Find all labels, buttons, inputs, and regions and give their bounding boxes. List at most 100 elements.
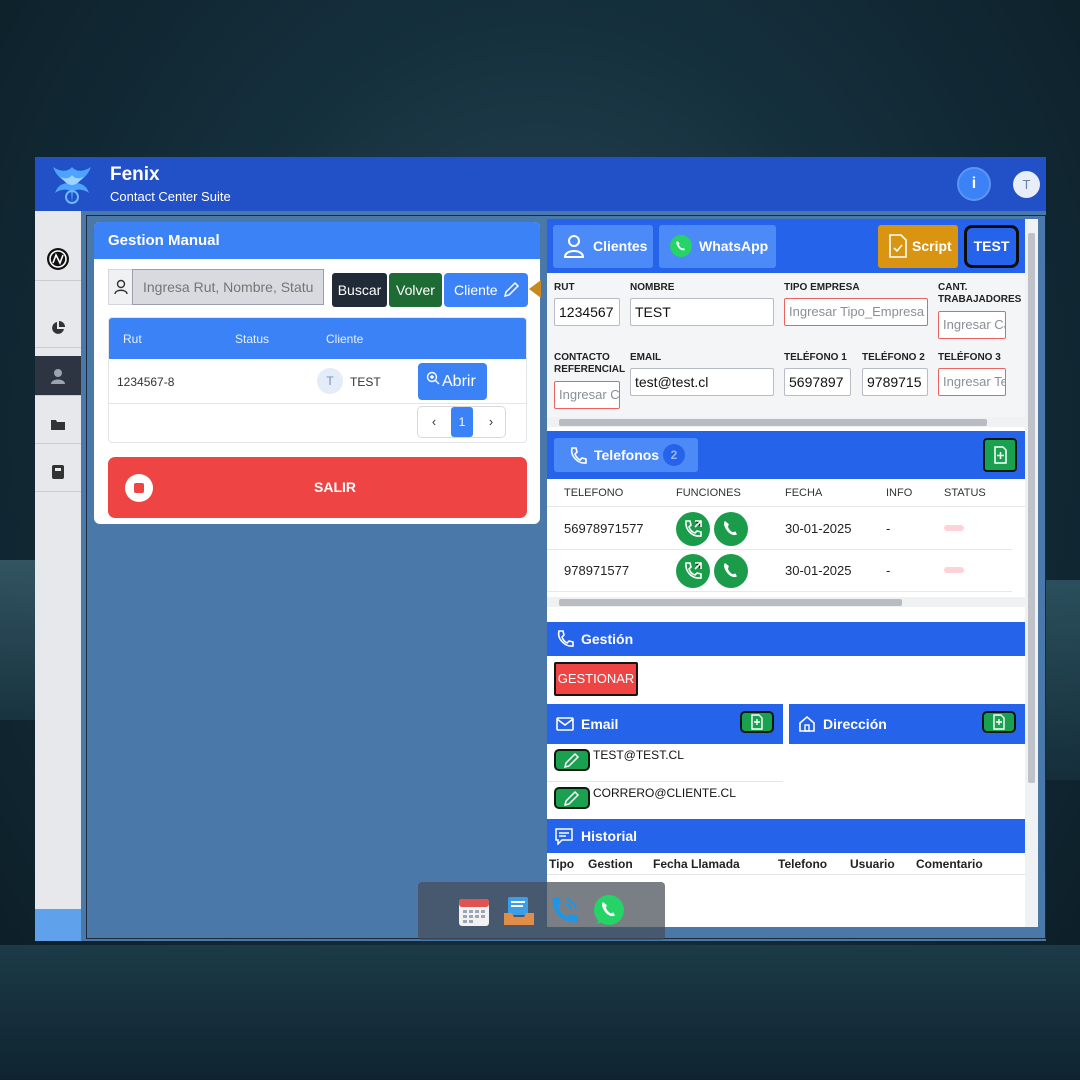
app-subtitle: Contact Center Suite: [110, 189, 231, 204]
page-1-button[interactable]: 1: [451, 407, 473, 437]
email-list-item: TEST@TEST.CL: [547, 744, 783, 782]
sidebar-item-brand[interactable]: [35, 237, 81, 281]
label-cant-trabajadores: CANT. TRABAJADORES: [938, 282, 1022, 305]
historial-bar: Historial: [547, 819, 1025, 853]
sidebar-item-clients[interactable]: [35, 356, 81, 396]
file-add-icon: [993, 714, 1005, 730]
header-telefono: TELEFONO: [564, 487, 624, 499]
table-row: 1234567-8 T TEST Abrir: [109, 359, 526, 404]
tab-clientes[interactable]: Clientes: [553, 225, 653, 268]
volver-button[interactable]: Volver: [389, 273, 442, 307]
background-desk: [0, 945, 1080, 1080]
telefono-1-field[interactable]: 5697897: [784, 368, 851, 396]
telefonos-horizontal-scrollbar[interactable]: [547, 597, 1025, 607]
tipo-empresa-field[interactable]: Ingresar Tipo_Empresa: [784, 298, 928, 326]
client-detail-panel: Clientes WhatsApp Script TEST RUT 123456…: [547, 219, 1038, 927]
edit-email-button[interactable]: [554, 787, 590, 809]
header-comentario: Comentario: [916, 857, 983, 871]
cliente-button[interactable]: Cliente: [444, 273, 528, 307]
abrir-button[interactable]: Abrir: [418, 363, 487, 400]
tab-script[interactable]: Script: [878, 225, 958, 268]
client-avatar: T: [317, 368, 343, 394]
user-avatar[interactable]: T: [1013, 171, 1040, 198]
search-row: Buscar Volver Cliente: [108, 269, 528, 307]
call-button[interactable]: [676, 554, 710, 588]
sidebar-item-dashboard[interactable]: [35, 308, 81, 348]
status-badge: [944, 525, 964, 531]
background-light-right: [1040, 580, 1080, 780]
next-page-icon[interactable]: ›: [477, 407, 505, 437]
folder-icon: [51, 419, 65, 430]
add-telefono-button[interactable]: [983, 438, 1017, 472]
call-button[interactable]: [676, 512, 710, 546]
header-fecha: FECHA: [785, 487, 823, 499]
label-contacto-referencial: CONTACTO REFERENCIAL: [554, 352, 626, 375]
brand-icon: [47, 247, 69, 270]
salir-button[interactable]: SALIR: [108, 457, 527, 518]
tab-test[interactable]: TEST: [964, 225, 1019, 268]
file-add-icon: [751, 714, 763, 730]
telefonos-label: Telefonos: [594, 447, 660, 463]
cant-trabajadores-field[interactable]: Ingresar Cant: [938, 311, 1006, 339]
gestion-manual-card: Gestion Manual Buscar Volver Cliente Rut…: [94, 222, 540, 524]
add-direccion-button[interactable]: [982, 711, 1016, 733]
search-input[interactable]: [132, 269, 324, 305]
whatsapp-icon[interactable]: [713, 511, 749, 547]
table-row: 56978971577 30-01-2025 -: [547, 508, 1012, 550]
historial-table-header: Tipo Gestion Fecha Llamada Telefono Usua…: [547, 853, 1025, 875]
rut-field[interactable]: 1234567: [554, 298, 620, 326]
sidebar-item-book[interactable]: [35, 452, 81, 492]
person-icon: [108, 269, 132, 305]
nombre-field[interactable]: TEST: [630, 298, 774, 326]
row-telefono: 978971577: [564, 563, 630, 578]
calendar-icon[interactable]: [456, 893, 492, 929]
email-field[interactable]: test@test.cl: [630, 368, 774, 396]
row-telefono: 56978971577: [564, 521, 644, 536]
status-badge: [944, 567, 964, 573]
header-rut: Rut: [123, 332, 142, 346]
clients-table: Rut Status Cliente 1234567-8 T TEST Abri…: [108, 317, 527, 443]
header-gestion: Gestion: [588, 857, 633, 871]
telefono-3-field[interactable]: Ingresar Telefono: [938, 368, 1006, 396]
buscar-button[interactable]: Buscar: [332, 273, 387, 307]
zoom-in-icon: [426, 371, 440, 385]
telefonos-count-badge: 2: [663, 444, 685, 466]
client-tabs-bar: Clientes WhatsApp Script TEST: [547, 219, 1025, 273]
whatsapp-icon[interactable]: [591, 893, 627, 929]
header-status: Status: [235, 332, 270, 346]
pie-chart-icon: [52, 320, 65, 334]
user-icon: [51, 368, 65, 384]
phone-call-icon[interactable]: [546, 893, 582, 929]
stop-icon: [125, 474, 153, 502]
envelope-icon: [556, 717, 574, 731]
email-title: Email: [581, 716, 619, 732]
header-tipo: Tipo: [549, 857, 575, 871]
pencil-icon: [503, 281, 520, 298]
gestion-bar: Gestión: [547, 622, 1025, 656]
file-add-icon: [994, 446, 1007, 464]
tab-telefonos[interactable]: Telefonos 2: [554, 438, 698, 472]
telefono-2-field[interactable]: 9789715: [862, 368, 928, 396]
gestionar-button[interactable]: GESTIONAR: [554, 662, 638, 696]
row-fecha: 30-01-2025: [785, 563, 852, 578]
inbox-icon[interactable]: [501, 893, 537, 929]
header-telefono: Telefono: [778, 857, 828, 871]
sidebar-item-files[interactable]: [35, 404, 81, 444]
contacto-referencial-field[interactable]: Ingresar Contacto: [554, 381, 620, 409]
email-value: TEST@TEST.CL: [593, 748, 684, 762]
tab-whatsapp[interactable]: WhatsApp: [659, 225, 776, 268]
form-horizontal-scrollbar[interactable]: [547, 417, 1025, 427]
add-email-button[interactable]: [740, 711, 774, 733]
label-telefono-1: TELÉFONO 1: [784, 352, 847, 363]
edit-email-button[interactable]: [554, 749, 590, 771]
row-info: -: [886, 521, 891, 536]
whatsapp-icon[interactable]: [713, 553, 749, 589]
popover-arrow: [529, 280, 541, 298]
phone-icon: [570, 447, 587, 464]
phoenix-logo-icon: [53, 167, 91, 204]
info-icon[interactable]: i: [957, 167, 991, 201]
tab-clientes-label: Clientes: [593, 238, 648, 254]
panel-vertical-scrollbar[interactable]: [1025, 219, 1038, 927]
top-bar: Fenix Contact Center Suite i T: [35, 157, 1046, 211]
prev-page-icon[interactable]: ‹: [420, 407, 448, 437]
